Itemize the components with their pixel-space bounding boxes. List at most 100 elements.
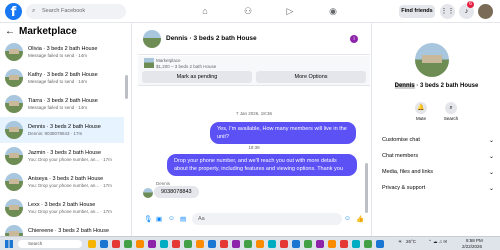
media-files-item[interactable]: Media, files and links ⌄ [382, 169, 494, 176]
chevron-down-icon: ⌄ [488, 186, 494, 192]
conversation-preview: You: Drop your phone number, an... · 17m [28, 183, 112, 188]
app-icon[interactable] [256, 240, 264, 248]
conversation-name: Chiereene · 3 beds 2 bath House [28, 228, 110, 234]
clock-date: 2/22/2026 [462, 244, 483, 249]
conversation-title: Dennis · 3 beds 2 bath House [372, 83, 500, 89]
app-icon[interactable] [136, 240, 144, 248]
search-input[interactable]: ⌕ Search Facebook [26, 4, 126, 19]
marketplace-label: Marketplace [156, 58, 181, 63]
listing-thumbnail [5, 225, 23, 236]
sidebar-header: ← Marketplace [5, 26, 77, 37]
app-icon[interactable] [316, 240, 324, 248]
groups-icon[interactable]: ◉ [327, 5, 339, 17]
conversation-item[interactable]: Chiereene · 3 beds 2 bath House [0, 221, 124, 236]
back-arrow-icon[interactable]: ← [5, 26, 15, 37]
app-icon[interactable] [112, 240, 120, 248]
mute-button[interactable]: 🔔 Mute [406, 102, 436, 121]
conversation-name: Aniseya · 3 beds 2 bath House [28, 176, 104, 182]
app-icon[interactable] [148, 240, 156, 248]
sidebar-scrollbar[interactable] [125, 75, 128, 99]
message-input[interactable]: Aa [192, 213, 342, 225]
conversation-preview: Message failed to send · 14m [28, 105, 88, 110]
image-icon[interactable]: ▣ [156, 215, 162, 223]
chat-header: Dennis · 3 beds 2 bath House i [138, 23, 370, 55]
chevron-down-icon: ⌄ [488, 154, 494, 160]
mark-as-pending-button[interactable]: Mark as pending [142, 71, 252, 83]
like-icon[interactable]: 👍 [356, 215, 364, 223]
app-icon[interactable] [124, 240, 132, 248]
app-icon[interactable] [196, 240, 204, 248]
conversation-item[interactable]: Tiarra · 3 beds 2 bath House Message fai… [0, 91, 124, 117]
chat-members-item[interactable]: Chat members ⌄ [382, 153, 494, 160]
chevron-down-icon: ⌄ [488, 170, 494, 176]
file-explorer-icon[interactable] [88, 240, 96, 248]
customise-chat-item[interactable]: Customise chat ⌄ [382, 137, 494, 144]
app-icon[interactable] [220, 240, 228, 248]
app-icon[interactable] [208, 240, 216, 248]
conversation-item[interactable]: Olivia · 3 beds 2 bath House Message fai… [0, 39, 124, 65]
privacy-support-item[interactable]: Privacy & support ⌄ [382, 185, 494, 192]
app-icon[interactable] [172, 240, 180, 248]
clock-time: 8:58 PM [466, 238, 483, 243]
app-icon[interactable] [376, 240, 384, 248]
conversation-preview: Message failed to send · 14m [28, 79, 88, 84]
friends-icon[interactable]: ⚇ [242, 5, 254, 17]
conversation-name: Kathy · 3 beds 2 bath House [28, 72, 98, 78]
conversation-preview: You: Drop your phone number, an... · 17m [28, 157, 112, 162]
search-placeholder: Search Facebook [42, 8, 86, 14]
app-icon[interactable] [292, 240, 300, 248]
bell-icon: 🔔 [415, 102, 427, 114]
outgoing-message: Drop your phone number, and we'll reach … [167, 154, 357, 176]
conversation-item[interactable]: Kathy · 3 beds 2 bath House Message fail… [0, 65, 124, 91]
app-icon[interactable] [160, 240, 168, 248]
facebook-logo[interactable]: f [5, 3, 22, 20]
weather-temperature: 26°C [406, 239, 417, 244]
app-icon[interactable] [268, 240, 276, 248]
conversation-name: Tiarra · 3 beds 2 bath House [28, 98, 98, 104]
outgoing-message: Yes, I'm available, How many members wil… [210, 122, 356, 144]
emoji-icon[interactable]: ☺ [344, 215, 351, 222]
chat-scrollbar[interactable] [365, 163, 368, 213]
home-icon[interactable]: ⌂ [199, 5, 211, 17]
app-icon[interactable] [280, 240, 288, 248]
video-icon[interactable]: ▷ [284, 5, 296, 17]
customise-chat-label: Customise chat [382, 137, 420, 143]
profile-avatar[interactable] [478, 4, 493, 19]
sticker-icon[interactable]: ☺ [168, 215, 175, 222]
chat-avatar[interactable] [143, 30, 161, 48]
sender-avatar [143, 188, 153, 198]
more-options-button[interactable]: More Options [256, 71, 366, 83]
weather-icon[interactable]: ☀ [398, 239, 402, 245]
listing-photo[interactable] [415, 43, 449, 77]
listing-price[interactable]: $1,200 – 3 beds 2 bath House [156, 64, 216, 69]
app-icon[interactable] [232, 240, 240, 248]
find-friends-button[interactable]: Find friends [399, 5, 435, 18]
chat-title[interactable]: Dennis · 3 beds 2 bath House [166, 35, 257, 42]
menu-icon[interactable]: ⋮⋮ [440, 4, 455, 19]
incoming-message: 9038078843 [154, 186, 199, 198]
conversation-item-active[interactable]: Dennis · 3 beds 2 bath House Dennis: 903… [0, 117, 124, 143]
edge-icon[interactable] [100, 240, 108, 248]
conversation-item[interactable]: Jazmin · 3 beds 2 bath House You: Drop y… [0, 143, 124, 169]
taskbar-search[interactable]: Search [18, 240, 82, 248]
app-icon[interactable] [328, 240, 336, 248]
message-placeholder: Aa [198, 216, 205, 222]
app-icon[interactable] [184, 240, 192, 248]
app-icon[interactable] [352, 240, 360, 248]
conversation-item[interactable]: Aniseya · 3 beds 2 bath House You: Drop … [0, 169, 124, 195]
app-icon[interactable] [364, 240, 372, 248]
top-bar: f ⌕ Search Facebook ⌂ ⚇ ▷ ◉ Find friends… [0, 0, 500, 23]
microphone-icon[interactable]: 🎙 [144, 215, 152, 223]
gif-icon[interactable]: ▤ [180, 215, 186, 223]
listing-thumbnail [5, 43, 23, 61]
info-icon[interactable]: i [350, 35, 358, 43]
conversation-item[interactable]: Lexx · 3 beds 2 bath House You: Drop you… [0, 195, 124, 221]
search-button[interactable]: ⌕ Search [436, 102, 466, 121]
app-icon[interactable] [304, 240, 312, 248]
tray-icons[interactable]: ⌃ ☁ ♫ ✉ [428, 239, 447, 245]
privacy-support-label: Privacy & support [382, 185, 426, 191]
app-icon[interactable] [340, 240, 348, 248]
windows-start-icon[interactable] [5, 240, 13, 248]
contact-name-highlight: Dennis [394, 83, 415, 89]
app-icon[interactable] [244, 240, 252, 248]
